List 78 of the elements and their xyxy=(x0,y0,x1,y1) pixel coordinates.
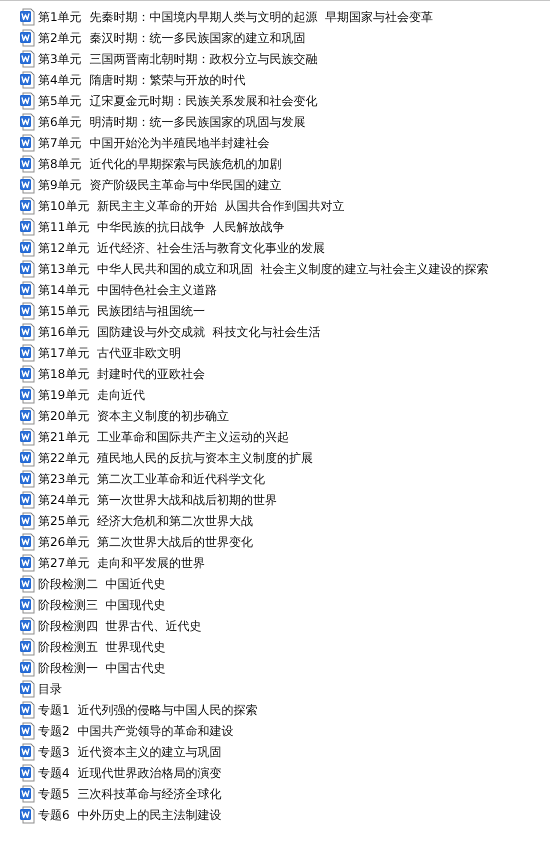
file-name[interactable]: 第18单元 封建时代的亚欧社会 xyxy=(38,366,205,382)
word-document-icon xyxy=(19,659,35,677)
file-name[interactable]: 专题1 近代列强的侵略与中国人民的探索 xyxy=(38,702,258,718)
word-document-icon xyxy=(19,806,35,824)
word-document-icon xyxy=(19,302,35,320)
word-document-icon xyxy=(19,29,35,47)
file-name[interactable]: 阶段检测二 中国近代史 xyxy=(38,576,166,592)
word-document-icon xyxy=(19,365,35,383)
file-name[interactable]: 第21单元 工业革命和国际共产主义运动的兴起 xyxy=(38,429,289,445)
word-document-icon xyxy=(19,344,35,362)
file-name[interactable]: 阶段检测四 世界古代、近代史 xyxy=(38,618,202,634)
word-document-icon xyxy=(19,596,35,614)
word-document-icon xyxy=(19,134,35,152)
file-name[interactable]: 第10单元 新民主主义革命的开始 从国共合作到国共对立 xyxy=(38,198,345,214)
file-name[interactable]: 第24单元 第一次世界大战和战后初期的世界 xyxy=(38,492,277,508)
file-name[interactable]: 专题3 近代资本主义的建立与巩固 xyxy=(38,744,222,760)
file-name[interactable]: 第9单元 资产阶级民主革命与中华民国的建立 xyxy=(38,177,282,193)
word-document-icon xyxy=(19,533,35,551)
file-name[interactable]: 专题5 三次科技革命与经济全球化 xyxy=(38,786,222,802)
word-document-icon xyxy=(19,197,35,215)
file-name[interactable]: 阶段检测五 世界现代史 xyxy=(38,639,166,655)
word-document-icon xyxy=(19,680,35,698)
word-document-icon xyxy=(19,554,35,572)
file-name[interactable]: 第1单元 先秦时期：中国境内早期人类与文明的起源 早期国家与社会变革 xyxy=(38,9,433,25)
word-document-icon xyxy=(19,512,35,530)
word-document-icon xyxy=(19,281,35,299)
word-document-icon xyxy=(19,722,35,740)
word-document-icon xyxy=(19,71,35,89)
word-document-icon xyxy=(19,407,35,425)
file-name[interactable]: 第14单元 中国特色社会主义道路 xyxy=(38,282,217,298)
file-name[interactable]: 第8单元 近代化的早期探索与民族危机的加剧 xyxy=(38,156,282,172)
file-name[interactable]: 第15单元 民族团结与祖国统一 xyxy=(38,303,205,319)
word-document-icon xyxy=(19,638,35,656)
file-name[interactable]: 专题6 中外历史上的民主法制建设 xyxy=(38,807,222,823)
file-name[interactable]: 第26单元 第二次世界大战后的世界变化 xyxy=(38,534,253,550)
file-name[interactable]: 第19单元 走向近代 xyxy=(38,387,145,403)
file-name[interactable]: 第12单元 近代经济、社会生活与教育文化事业的发展 xyxy=(38,240,325,256)
word-document-icon xyxy=(19,428,35,446)
file-name[interactable]: 第6单元 明清时期：统一多民族国家的巩固与发展 xyxy=(38,114,306,130)
file-name[interactable]: 第2单元 秦汉时期：统一多民族国家的建立和巩固 xyxy=(38,30,306,46)
word-document-icon xyxy=(19,449,35,467)
word-document-icon xyxy=(19,8,35,26)
file-name[interactable]: 第5单元 辽宋夏金元时期：民族关系发展和社会变化 xyxy=(38,93,318,109)
word-document-icon xyxy=(19,260,35,278)
word-document-icon xyxy=(19,785,35,803)
file-name[interactable]: 第16单元 国防建设与外交成就 科技文化与社会生活 xyxy=(38,324,321,340)
word-document-icon xyxy=(19,701,35,719)
file-name[interactable]: 阶段检测一 中国古代史 xyxy=(38,660,166,676)
file-name[interactable]: 第3单元 三国两晋南北朝时期：政权分立与民族交融 xyxy=(38,51,318,67)
word-document-icon xyxy=(19,155,35,173)
word-document-icon xyxy=(19,50,35,68)
file-name[interactable]: 目录 xyxy=(38,681,62,697)
file-name[interactable]: 第27单元 走向和平发展的世界 xyxy=(38,555,205,571)
word-document-icon xyxy=(19,491,35,509)
file-name[interactable]: 第7单元 中国开始沦为半殖民地半封建社会 xyxy=(38,135,270,151)
word-document-icon xyxy=(19,617,35,635)
word-document-icon xyxy=(19,764,35,782)
file-name[interactable]: 第4单元 隋唐时期：繁荣与开放的时代 xyxy=(38,72,246,88)
word-document-icon xyxy=(19,176,35,194)
file-name[interactable]: 第22单元 殖民地人民的反抗与资本主义制度的扩展 xyxy=(38,450,313,466)
file-name[interactable]: 专题2 中国共产党领导的革命和建设 xyxy=(38,723,234,739)
word-document-icon xyxy=(19,575,35,593)
file-name[interactable]: 第17单元 古代亚非欧文明 xyxy=(38,345,181,361)
file-name[interactable]: 阶段检测三 中国现代史 xyxy=(38,597,166,613)
word-document-icon xyxy=(19,218,35,236)
word-document-icon xyxy=(19,470,35,488)
word-document-icon xyxy=(19,113,35,131)
word-document-icon xyxy=(19,239,35,257)
file-name[interactable]: 第23单元 第二次工业革命和近代科学文化 xyxy=(38,471,265,487)
file-name[interactable]: 第13单元 中华人民共和国的成立和巩固 社会主义制度的建立与社会主义建设的探索 xyxy=(38,261,489,277)
word-document-icon xyxy=(19,323,35,341)
word-document-icon xyxy=(19,743,35,761)
file-name[interactable]: 专题4 近现代世界政治格局的演变 xyxy=(38,765,222,781)
word-document-icon xyxy=(19,92,35,110)
file-name[interactable]: 第25单元 经济大危机和第二次世界大战 xyxy=(38,513,253,529)
file-name[interactable]: 第20单元 资本主义制度的初步确立 xyxy=(38,408,229,424)
file-name[interactable]: 第11单元 中华民族的抗日战争 人民解放战争 xyxy=(38,219,285,235)
word-document-icon xyxy=(19,386,35,404)
